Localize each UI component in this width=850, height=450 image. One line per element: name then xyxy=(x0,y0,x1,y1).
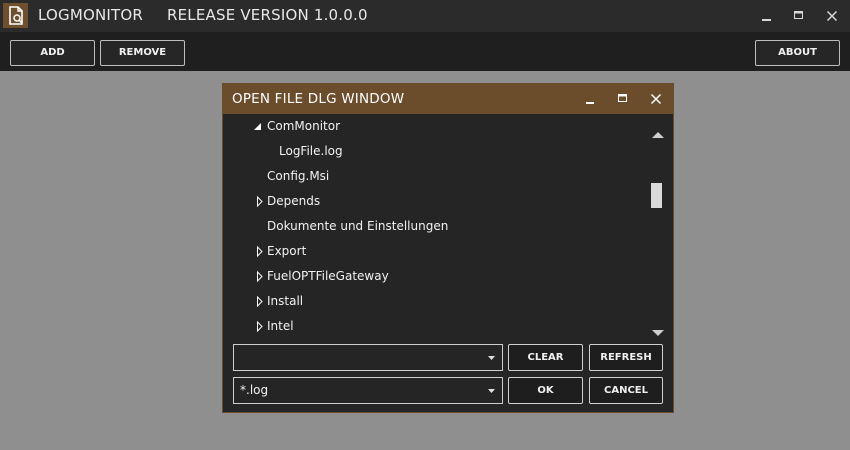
tree-item-label: Config.Msi xyxy=(267,169,330,183)
tree-item-export[interactable]: Export xyxy=(223,239,643,264)
maximize-button[interactable] xyxy=(786,4,810,28)
tree-item-config-msi[interactable]: Config.Msi xyxy=(223,164,643,189)
filter-combobox-value: *.log xyxy=(240,383,269,397)
close-icon xyxy=(826,10,838,22)
tree-item-label: Export xyxy=(267,244,307,258)
collapsed-arrow-icon[interactable] xyxy=(255,189,267,214)
chevron-down-icon[interactable] xyxy=(487,355,496,361)
collapsed-arrow-icon[interactable] xyxy=(255,289,267,314)
remove-button[interactable]: REMOVE xyxy=(100,40,185,66)
tree-item-intel[interactable]: Intel xyxy=(223,314,643,339)
dialog-minimize-button[interactable] xyxy=(579,88,601,110)
expanded-arrow-icon[interactable] xyxy=(253,114,265,139)
collapsed-arrow-icon[interactable] xyxy=(255,264,267,289)
cancel-button[interactable]: CANCEL xyxy=(589,377,663,404)
tree-item-label: Dokumente und Einstellungen xyxy=(267,219,449,233)
clear-button[interactable]: CLEAR xyxy=(508,344,583,371)
tree-item-label: Depends xyxy=(267,194,321,208)
close-button[interactable] xyxy=(820,4,844,28)
app-name: LOGMONITOR xyxy=(38,6,144,24)
about-button[interactable]: ABOUT xyxy=(755,40,840,66)
maximize-icon xyxy=(618,94,627,102)
chevron-down-icon[interactable] xyxy=(487,388,496,394)
filter-combobox[interactable]: *.log xyxy=(233,377,503,404)
open-file-dialog: OPEN FILE DLG WINDOW ComMonitor LogFile.… xyxy=(222,83,674,413)
ok-button[interactable]: OK xyxy=(508,377,583,404)
tree-item-install[interactable]: Install xyxy=(223,289,643,314)
tree-item-label: Install xyxy=(267,294,304,308)
scroll-up-button[interactable] xyxy=(650,126,666,138)
add-button[interactable]: ADD xyxy=(10,40,95,66)
toolbar: ADD REMOVE ABOUT xyxy=(0,32,850,71)
tree-item-depends[interactable]: Depends xyxy=(223,189,643,214)
dialog-title: OPEN FILE DLG WINDOW xyxy=(232,91,405,107)
tree-item-label: Intel xyxy=(267,319,294,333)
tree-item-label: FuelOPTFileGateway xyxy=(267,269,389,283)
path-combobox[interactable] xyxy=(233,344,503,371)
collapsed-arrow-icon[interactable] xyxy=(255,239,267,264)
tree-item-label: ComMonitor xyxy=(267,119,341,133)
dialog-close-button[interactable] xyxy=(645,88,667,110)
tree-item-commonitor[interactable]: ComMonitor xyxy=(223,114,643,139)
app-logo-icon xyxy=(3,3,28,28)
scroll-down-button[interactable] xyxy=(650,324,666,336)
tree-item-dokumente[interactable]: Dokumente und Einstellungen xyxy=(223,214,643,239)
folder-tree[interactable]: ComMonitor LogFile.log Config.Msi Depend… xyxy=(223,114,643,340)
tree-item-label: LogFile.log xyxy=(279,144,343,158)
app-version: RELEASE VERSION 1.0.0.0 xyxy=(166,6,368,24)
collapsed-arrow-icon[interactable] xyxy=(255,314,267,339)
refresh-button[interactable]: REFRESH xyxy=(589,344,663,371)
minimize-icon xyxy=(586,102,594,104)
scrollbar-thumb[interactable] xyxy=(651,183,662,208)
dialog-title-bar[interactable]: OPEN FILE DLG WINDOW xyxy=(223,84,673,114)
minimize-button[interactable] xyxy=(754,4,778,28)
dialog-maximize-button[interactable] xyxy=(611,88,633,110)
app-title: LOGMONITOR RELEASE VERSION 1.0.0.0 xyxy=(38,6,368,24)
close-icon xyxy=(650,93,662,105)
triangle-down-icon xyxy=(652,330,664,336)
tree-item-fueloptfilegateway[interactable]: FuelOPTFileGateway xyxy=(223,264,643,289)
minimize-icon xyxy=(762,19,771,21)
maximize-icon xyxy=(794,11,803,19)
triangle-up-icon xyxy=(652,132,664,138)
tree-item-logfile[interactable]: LogFile.log xyxy=(223,139,643,164)
main-title-bar[interactable]: LOGMONITOR RELEASE VERSION 1.0.0.0 xyxy=(0,0,850,32)
